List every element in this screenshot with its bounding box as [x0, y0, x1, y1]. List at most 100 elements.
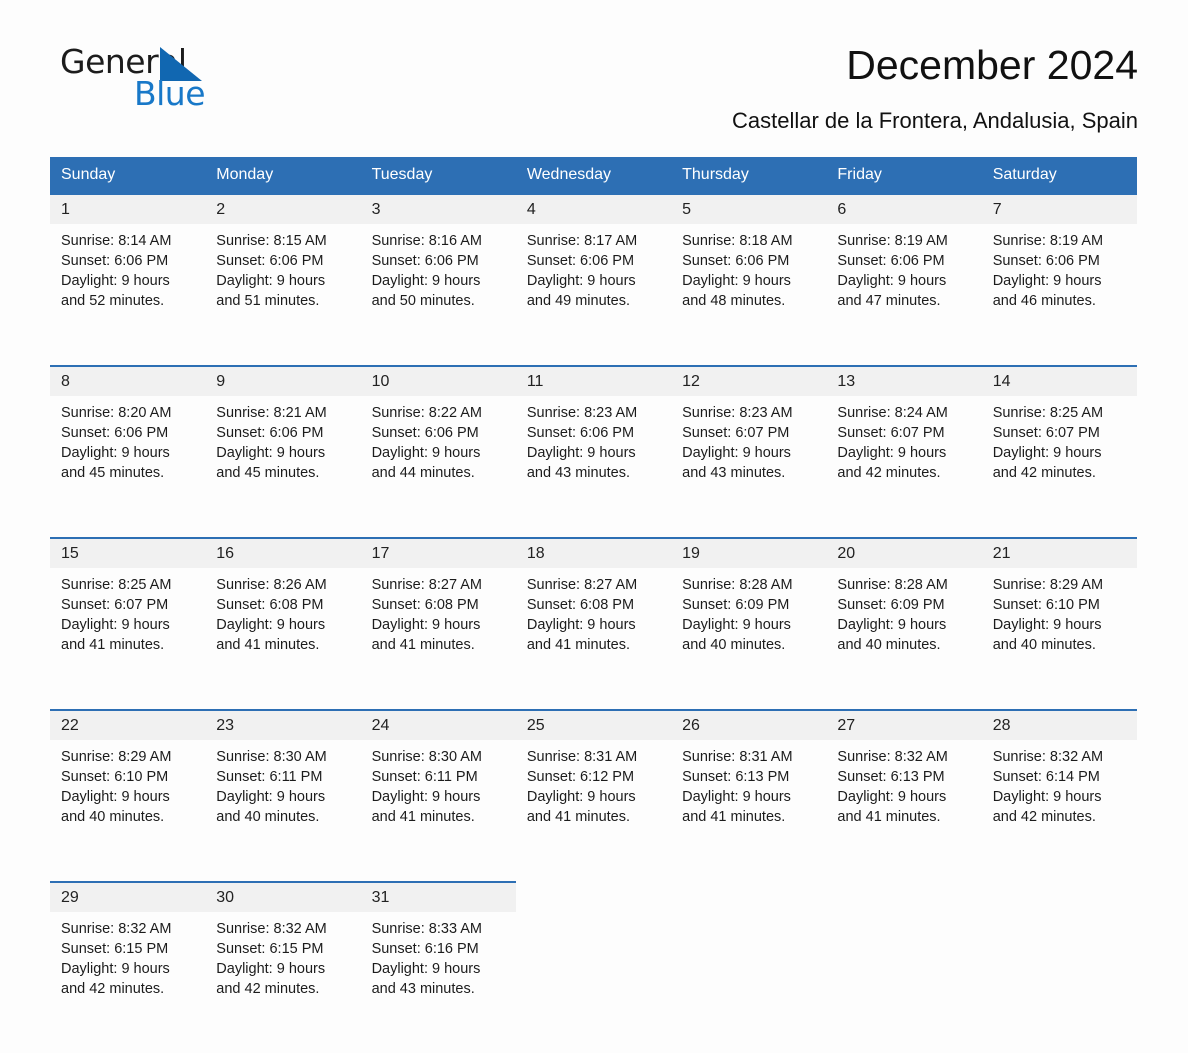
day-number-cell[interactable]: 27 — [826, 709, 982, 740]
day-number-cell[interactable]: 14 — [981, 365, 1137, 396]
day-details-cell: Sunrise: 8:22 AM Sunset: 6:06 PM Dayligh… — [361, 396, 516, 538]
empty-day-cell — [981, 881, 1137, 912]
day-details-cell: Sunrise: 8:14 AM Sunset: 6:06 PM Dayligh… — [50, 224, 205, 366]
day-number-cell[interactable]: 22 — [50, 709, 206, 740]
sunrise-text: Sunrise: 8:31 AM — [682, 749, 793, 765]
day-number-cell[interactable]: 28 — [981, 709, 1137, 740]
daylight-text-line1: Daylight: 9 hours — [216, 617, 326, 633]
day-number-cell[interactable]: 31 — [360, 881, 516, 912]
daylight-text-line2: and 52 minutes. — [61, 293, 165, 309]
day-number-cell[interactable]: 4 — [515, 193, 672, 224]
day-number-cell[interactable]: 25 — [515, 709, 672, 740]
sunset-text: Sunset: 6:06 PM — [526, 253, 635, 269]
day-number-cell[interactable]: 10 — [360, 365, 516, 396]
day-details-cell: Sunrise: 8:19 AM Sunset: 6:06 PM Dayligh… — [826, 224, 981, 366]
day-number-cell[interactable]: 6 — [826, 193, 982, 224]
sunrise-text: Sunrise: 8:18 AM — [682, 233, 793, 249]
week-date-row: 15 16 17 18 19 20 21 — [50, 537, 1137, 568]
day-details-cell: Sunrise: 8:27 AM Sunset: 6:08 PM Dayligh… — [361, 568, 516, 710]
page-subtitle: Castellar de la Frontera, Andalusia, Spa… — [731, 108, 1138, 133]
daylight-text-line1: Daylight: 9 hours — [371, 789, 481, 805]
daylight-text-line2: and 40 minutes. — [682, 637, 786, 653]
daylight-text-line2: and 42 minutes. — [837, 465, 941, 481]
day-details-cell: Sunrise: 8:30 AM Sunset: 6:11 PM Dayligh… — [205, 740, 360, 882]
daylight-text-line2: and 43 minutes. — [371, 981, 475, 997]
day-number-cell[interactable]: 2 — [205, 193, 361, 224]
day-number-cell[interactable]: 21 — [981, 537, 1137, 568]
daylight-text-line1: Daylight: 9 hours — [61, 445, 170, 461]
day-number-cell[interactable]: 18 — [515, 537, 672, 568]
day-details-cell: Sunrise: 8:20 AM Sunset: 6:06 PM Dayligh… — [50, 396, 205, 538]
daylight-text-line2: and 48 minutes. — [682, 293, 786, 309]
daylight-text-line1: Daylight: 9 hours — [682, 617, 791, 633]
daylight-text-line2: and 43 minutes. — [526, 465, 631, 481]
sunset-text: Sunset: 6:15 PM — [61, 941, 169, 957]
day-number-cell[interactable]: 24 — [360, 709, 516, 740]
calendar-weekday-header: Sunday Monday Tuesday Wednesday Thursday… — [50, 157, 1137, 194]
daylight-text-line2: and 50 minutes. — [371, 293, 475, 309]
day-number-cell[interactable]: 29 — [50, 881, 206, 912]
day-number-cell[interactable]: 13 — [826, 365, 982, 396]
day-number-cell[interactable]: 30 — [205, 881, 361, 912]
day-number-cell[interactable]: 7 — [981, 193, 1137, 224]
sunset-text: Sunset: 6:15 PM — [216, 941, 324, 957]
daylight-text-line1: Daylight: 9 hours — [837, 445, 947, 461]
day-number-cell[interactable]: 20 — [826, 537, 982, 568]
daylight-text-line2: and 42 minutes. — [992, 809, 1096, 825]
day-number-cell[interactable]: 19 — [671, 537, 827, 568]
daylight-text-line2: and 45 minutes. — [61, 465, 165, 481]
day-number-cell[interactable]: 11 — [515, 365, 672, 396]
day-number-cell[interactable]: 5 — [671, 193, 827, 224]
daylight-text-line1: Daylight: 9 hours — [526, 789, 636, 805]
day-number-cell[interactable]: 26 — [671, 709, 827, 740]
day-details-cell: Sunrise: 8:26 AM Sunset: 6:08 PM Dayligh… — [205, 568, 360, 710]
sunrise-text: Sunrise: 8:28 AM — [837, 577, 948, 593]
sunset-text: Sunset: 6:16 PM — [371, 941, 479, 957]
daylight-text-line2: and 43 minutes. — [682, 465, 786, 481]
day-number-cell[interactable]: 9 — [205, 365, 361, 396]
daylight-text-line1: Daylight: 9 hours — [216, 445, 326, 461]
daylight-text-line1: Daylight: 9 hours — [682, 789, 791, 805]
weekday-header-tuesday: Tuesday — [360, 157, 516, 194]
sunset-text: Sunset: 6:06 PM — [216, 253, 324, 269]
sunrise-text: Sunrise: 8:19 AM — [837, 233, 948, 249]
sunrise-text: Sunrise: 8:20 AM — [61, 405, 172, 421]
sunrise-text: Sunrise: 8:33 AM — [371, 921, 482, 937]
sunrise-text: Sunrise: 8:32 AM — [837, 749, 948, 765]
sunset-text: Sunset: 6:11 PM — [216, 769, 323, 785]
day-number-cell[interactable]: 8 — [50, 365, 206, 396]
day-number-cell[interactable]: 12 — [671, 365, 827, 396]
daylight-text-line1: Daylight: 9 hours — [61, 961, 170, 977]
daylight-text-line1: Daylight: 9 hours — [992, 445, 1102, 461]
daylight-text-line2: and 40 minutes. — [837, 637, 941, 653]
daylight-text-line2: and 41 minutes. — [526, 809, 631, 825]
day-details-cell: Sunrise: 8:23 AM Sunset: 6:07 PM Dayligh… — [671, 396, 826, 538]
sunset-text: Sunset: 6:10 PM — [61, 769, 169, 785]
sunrise-text: Sunrise: 8:19 AM — [992, 233, 1104, 249]
day-number-cell[interactable]: 23 — [205, 709, 361, 740]
daylight-text-line1: Daylight: 9 hours — [992, 273, 1102, 289]
day-number-cell[interactable]: 1 — [50, 193, 206, 224]
daylight-text-line2: and 41 minutes. — [371, 637, 475, 653]
day-details-cell: Sunrise: 8:31 AM Sunset: 6:12 PM Dayligh… — [516, 740, 671, 882]
page-header: General Blue December 2024 Castellar de … — [50, 0, 1138, 133]
daylight-text-line2: and 46 minutes. — [992, 293, 1096, 309]
day-number-cell[interactable]: 3 — [360, 193, 516, 224]
day-number-cell[interactable]: 17 — [360, 537, 516, 568]
sunset-text: Sunset: 6:07 PM — [61, 597, 169, 613]
daylight-text-line1: Daylight: 9 hours — [371, 617, 481, 633]
day-number-cell[interactable]: 15 — [50, 537, 206, 568]
empty-details-cell — [982, 912, 1137, 1053]
sunrise-text: Sunrise: 8:22 AM — [371, 405, 482, 421]
sunset-text: Sunset: 6:06 PM — [837, 253, 945, 269]
day-number-cell[interactable]: 16 — [205, 537, 361, 568]
daylight-text-line2: and 41 minutes. — [371, 809, 475, 825]
daylight-text-line2: and 42 minutes. — [992, 465, 1096, 481]
day-details-cell: Sunrise: 8:32 AM Sunset: 6:13 PM Dayligh… — [826, 740, 981, 882]
weekday-header-saturday: Saturday — [981, 157, 1137, 194]
logo-text-blue: Blue — [134, 74, 206, 113]
day-details-cell: Sunrise: 8:27 AM Sunset: 6:08 PM Dayligh… — [516, 568, 671, 710]
daylight-text-line1: Daylight: 9 hours — [837, 789, 947, 805]
sunrise-text: Sunrise: 8:32 AM — [61, 921, 172, 937]
sunrise-text: Sunrise: 8:30 AM — [216, 749, 327, 765]
